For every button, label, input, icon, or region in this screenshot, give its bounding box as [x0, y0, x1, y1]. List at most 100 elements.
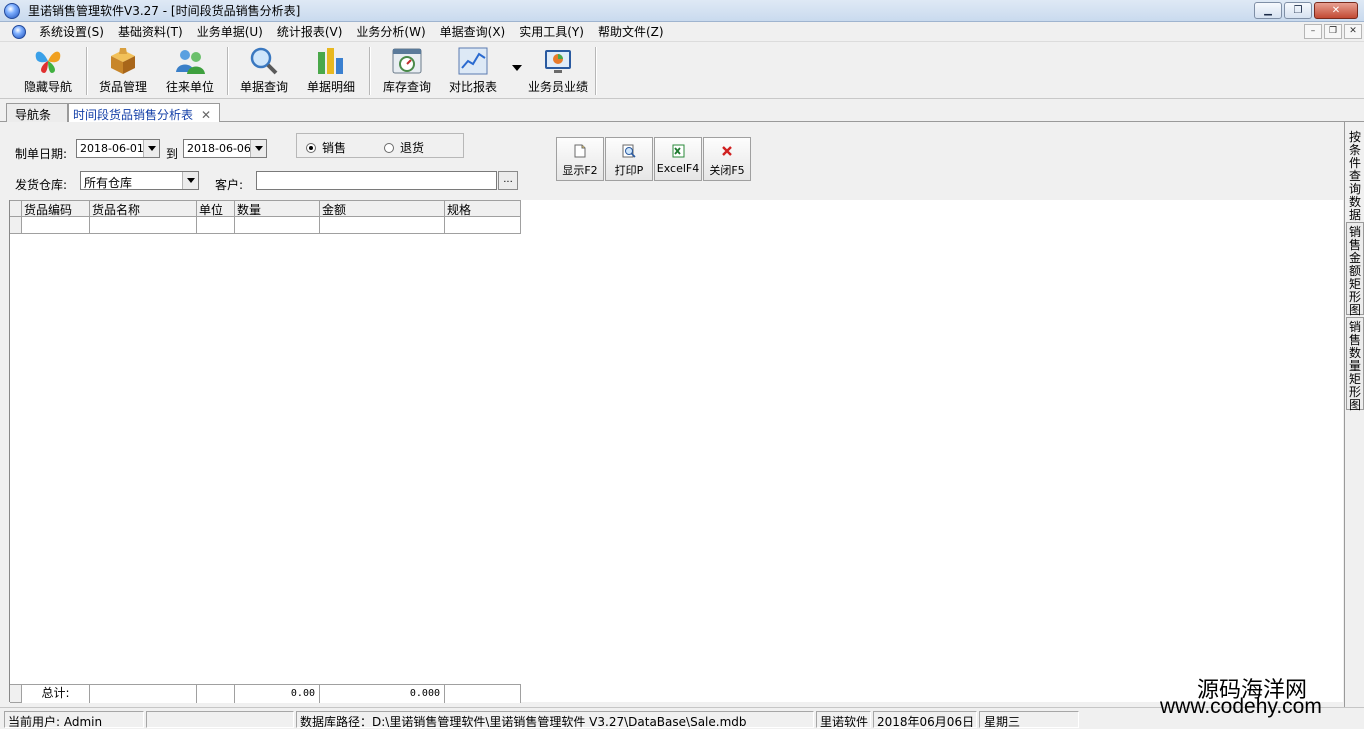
date-to-dropdown-icon[interactable]: [250, 140, 266, 157]
print-button[interactable]: 打印P: [605, 137, 653, 181]
column-header-name[interactable]: 货品名称: [90, 200, 197, 217]
menu-statistics-reports[interactable]: 统计报表(V): [270, 23, 350, 40]
side-tab-amount-chart-label: 销售金额矩形图: [1348, 225, 1361, 317]
hide-nav-button[interactable]: 隐藏导航: [20, 46, 76, 96]
data-grid[interactable]: 货品编码 货品名称 单位 数量 金额 规格 总计: 0.00 0.000: [9, 200, 1343, 703]
show-button[interactable]: 显示F2: [556, 137, 604, 181]
menu-bar: 系统设置(S) 基础资料(T) 业务单据(U) 统计报表(V) 业务分析(W) …: [0, 22, 1364, 42]
menu-basic-data[interactable]: 基础资料(T): [111, 23, 190, 40]
excel-button-label: ExcelF4: [656, 162, 700, 175]
customer-input[interactable]: [256, 171, 497, 190]
document-query-button[interactable]: 单据查询: [236, 46, 292, 96]
mdi-close-button[interactable]: ✕: [1344, 24, 1362, 39]
table-cell[interactable]: [320, 217, 445, 234]
customer-browse-button[interactable]: ...: [498, 171, 518, 190]
goods-management-button[interactable]: 货品管理: [95, 46, 151, 96]
footer-total-label: 总计:: [22, 685, 90, 703]
mdi-document-icon[interactable]: [12, 24, 26, 39]
partners-button[interactable]: 往来单位: [162, 46, 218, 96]
menu-utilities[interactable]: 实用工具(Y): [512, 23, 591, 40]
restore-button[interactable]: ❐: [1284, 2, 1312, 19]
tab-navigation[interactable]: 导航条: [6, 103, 68, 122]
tab-sales-analysis-label: 时间段货品销售分析表: [73, 108, 194, 122]
print-button-label: 打印P: [614, 164, 644, 177]
side-tab-amount-chart[interactable]: 销售金额矩形图: [1346, 222, 1364, 317]
tab-sales-analysis[interactable]: 时间段货品销售分析表 ✕: [68, 103, 220, 123]
grid-footer: 总计: 0.00 0.000: [10, 684, 521, 703]
menu-system-settings[interactable]: 系统设置(S): [32, 23, 111, 40]
row-indicator: [10, 217, 22, 234]
document-icon: [573, 144, 587, 158]
report-panel: 制单日期: 2018-06-01 到 2018-06-06 销售 退货 发货仓库…: [0, 122, 1344, 707]
warehouse-label: 发货仓库:: [15, 178, 68, 192]
mdi-controls: – ❐ ✕: [1304, 24, 1362, 39]
date-from-picker[interactable]: 2018-06-01: [76, 139, 160, 158]
comparison-report-button[interactable]: 对比报表: [445, 46, 501, 96]
minimize-button[interactable]: ▁: [1254, 2, 1282, 19]
date-label: 制单日期:: [15, 147, 68, 161]
footer-indicator: [10, 685, 22, 703]
app-logo-icon[interactable]: [4, 2, 20, 19]
close-icon: [720, 144, 734, 158]
grid-header: 货品编码 货品名称 单位 数量 金额 规格: [10, 200, 521, 217]
stock-query-label: 库存查询: [382, 80, 431, 94]
butterfly-icon: [32, 46, 64, 76]
to-label: 到: [166, 147, 179, 161]
warehouse-dropdown-icon[interactable]: [182, 172, 198, 189]
mdi-minimize-button[interactable]: –: [1304, 24, 1322, 39]
close-report-button[interactable]: 关闭F5: [703, 137, 751, 181]
window-controls: ▁ ❐ ✕: [1254, 2, 1358, 19]
document-tabs: 导航条 时间段货品销售分析表 ✕: [0, 100, 1364, 123]
tab-close-icon[interactable]: ✕: [201, 108, 211, 122]
salesman-performance-button[interactable]: 业务员业绩: [526, 46, 590, 96]
close-window-button[interactable]: ✕: [1314, 2, 1358, 19]
bar-chart-icon: [315, 46, 347, 76]
column-header-code[interactable]: 货品编码: [22, 200, 90, 217]
document-detail-label: 单据明细: [306, 80, 355, 94]
menu-business-analysis[interactable]: 业务分析(W): [349, 23, 432, 40]
table-cell[interactable]: [235, 217, 320, 234]
stock-query-button[interactable]: 库存查询: [379, 46, 435, 96]
table-cell[interactable]: [90, 217, 197, 234]
table-cell[interactable]: [22, 217, 90, 234]
customer-label: 客户:: [215, 178, 244, 192]
side-tab-query[interactable]: 按条件查询数据: [1346, 128, 1364, 222]
date-from-dropdown-icon[interactable]: [143, 140, 159, 157]
menu-business-documents[interactable]: 业务单据(U): [190, 23, 270, 40]
warehouse-select[interactable]: 所有仓库: [80, 171, 199, 190]
hide-nav-label: 隐藏导航: [23, 80, 72, 94]
column-header-spec[interactable]: 规格: [445, 200, 521, 217]
document-detail-button[interactable]: 单据明细: [303, 46, 359, 96]
footer-cell: [90, 685, 197, 703]
mdi-restore-button[interactable]: ❐: [1324, 24, 1342, 39]
excel-export-button[interactable]: ExcelF4: [654, 137, 702, 181]
status-company: 里诺软件: [816, 711, 871, 728]
table-row[interactable]: [10, 217, 521, 234]
side-tab-quantity-chart[interactable]: 销售数量矩形图: [1346, 317, 1364, 412]
menu-document-query[interactable]: 单据查询(X): [433, 23, 513, 40]
radio-sale[interactable]: 销售: [306, 139, 346, 156]
side-tab-quantity-chart-label: 销售数量矩形图: [1348, 320, 1361, 412]
toolbar-separator: [595, 47, 597, 95]
column-header-amount[interactable]: 金额: [320, 200, 445, 217]
magnifier-icon: [248, 46, 280, 76]
toolbar-separator: [86, 47, 88, 95]
partners-label: 往来单位: [165, 80, 214, 94]
table-cell[interactable]: [445, 217, 521, 234]
radio-sale-label: 销售: [322, 141, 347, 155]
warehouse-value: 所有仓库: [84, 176, 133, 190]
radio-return[interactable]: 退货: [384, 139, 424, 156]
close-button-label: 关闭F5: [709, 164, 745, 177]
date-to-picker[interactable]: 2018-06-06: [183, 139, 267, 158]
toolbar-separator: [369, 47, 371, 95]
title-bar: 里诺销售管理软件V3.27 - [时间段货品销售分析表] ▁ ❐ ✕: [0, 0, 1364, 22]
toolbar-dropdown-arrow-icon[interactable]: [512, 65, 522, 71]
gauge-icon: [391, 46, 423, 76]
status-blank: [146, 711, 294, 728]
toolbar-separator: [227, 47, 229, 95]
menu-help[interactable]: 帮助文件(Z): [591, 23, 671, 40]
excel-icon: [671, 144, 685, 158]
column-header-quantity[interactable]: 数量: [235, 200, 320, 217]
table-cell[interactable]: [197, 217, 235, 234]
column-header-unit[interactable]: 单位: [197, 200, 235, 217]
